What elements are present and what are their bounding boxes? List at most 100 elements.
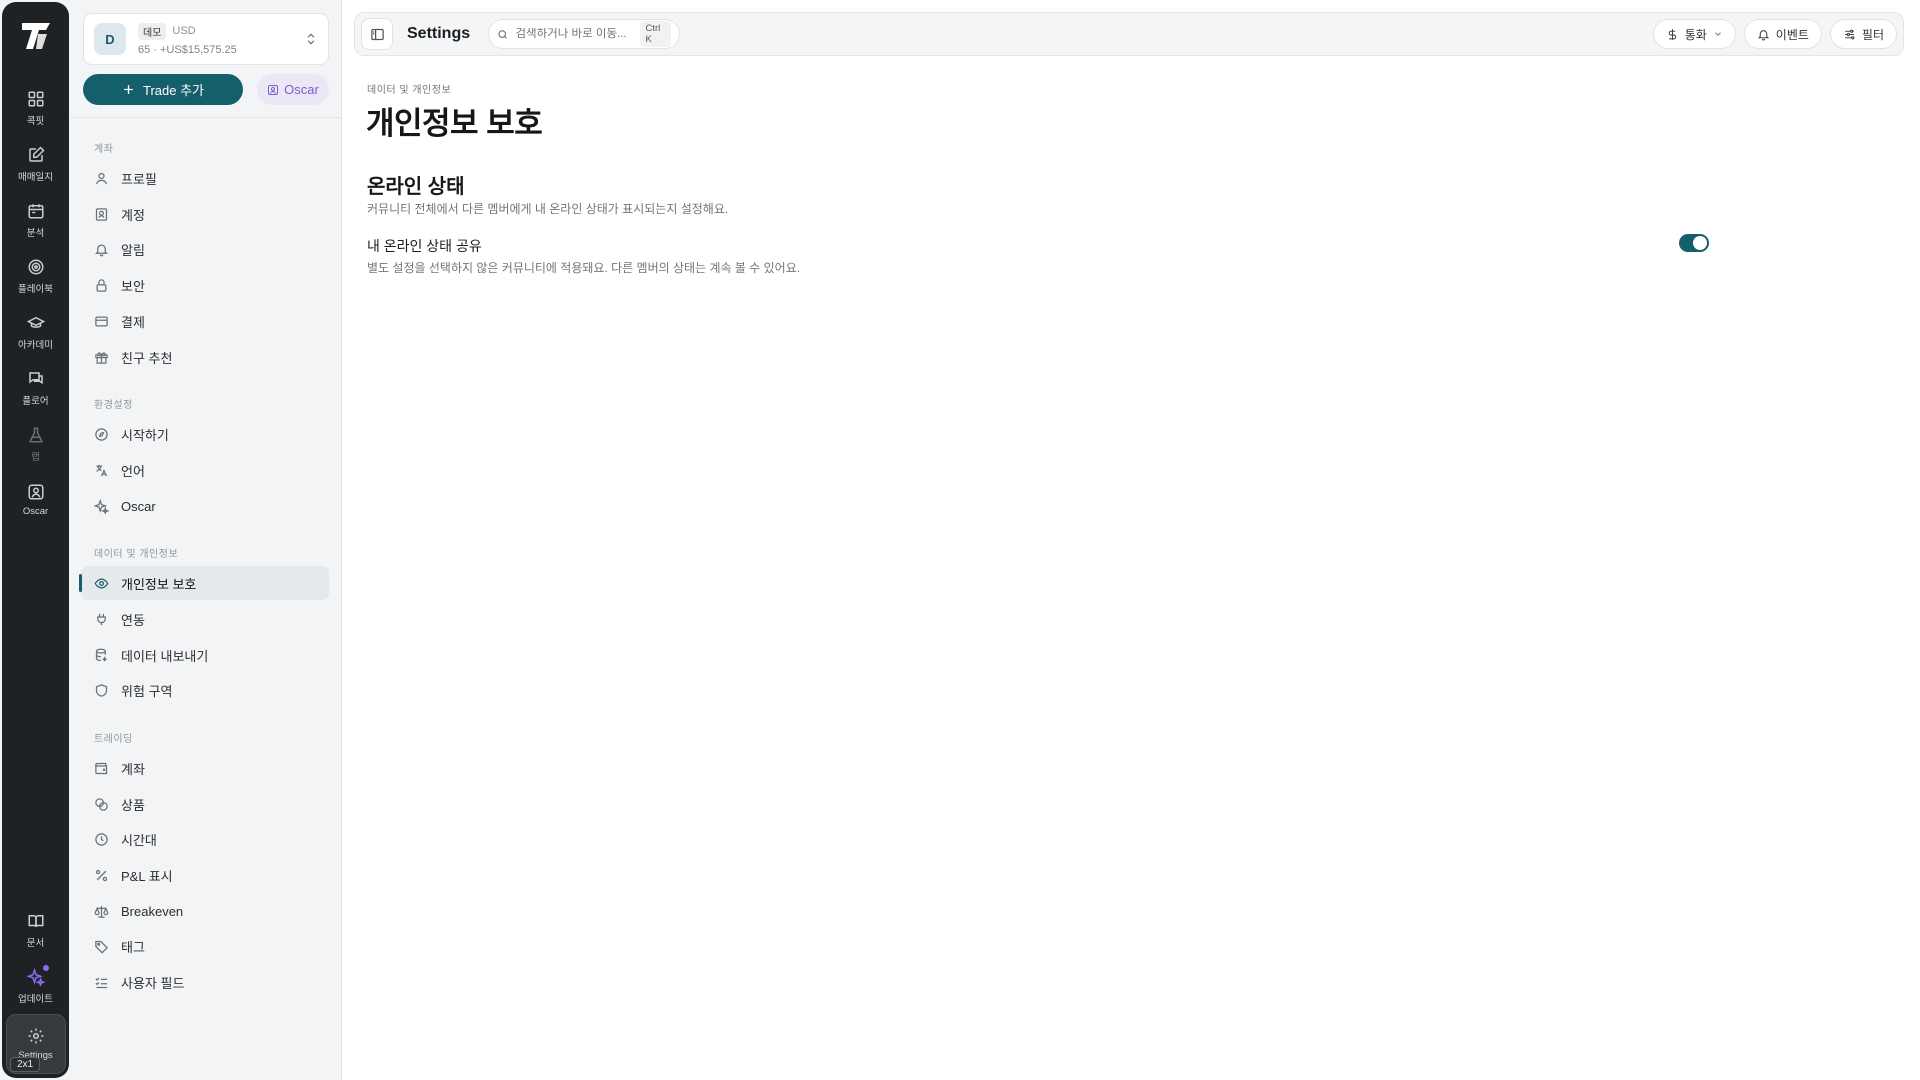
setting-description: 별도 설정을 선택하지 않은 커뮤니티에 적용돼요. 다른 멤버의 상태는 계속… [367, 261, 801, 275]
share-online-status-toggle[interactable] [1679, 234, 1709, 252]
section-preferences: 환경설정 [94, 400, 133, 411]
rail-label: 콕핏 [26, 115, 45, 127]
sidebar-item-pnl-display[interactable]: P&L 표시 [81, 858, 329, 892]
chevron-up-down-icon [307, 33, 315, 45]
sidebar-item-label: 위험 구역 [121, 683, 173, 699]
sidebar-item-label: 시간대 [121, 832, 157, 848]
divider [70, 117, 342, 118]
journal-icon [28, 145, 45, 162]
clock-icon [95, 832, 108, 846]
book-icon [28, 914, 43, 927]
oscar-button[interactable]: Oscar [257, 74, 329, 105]
rail-item-update[interactable]: 업데이트 [6, 958, 66, 1014]
sidebar-item-tags[interactable]: 태그 [81, 929, 329, 963]
search-icon [498, 29, 507, 39]
credit-card-icon [95, 316, 108, 326]
add-trade-label: Trade 추가 [142, 83, 204, 98]
rail-label: 아카데미 [18, 339, 53, 351]
sidebar-item-breakeven[interactable]: Breakeven [81, 894, 329, 928]
search-box[interactable]: Ctrl K [488, 19, 681, 49]
sidebar-item-label: 상품 [121, 797, 145, 813]
section-title: 온라인 상태 [367, 176, 465, 198]
sidebar-item-custom-fields[interactable]: 사용자 필드 [81, 965, 329, 999]
sidebar-item-label: 보안 [121, 278, 145, 294]
add-trade-button[interactable]: Trade 추가 [83, 74, 243, 105]
user-icon [95, 172, 108, 184]
rail-item-lab[interactable]: 랩 [6, 416, 66, 472]
filter-label: 필터 [1861, 27, 1884, 42]
coins-icon [95, 797, 108, 811]
search-input[interactable] [515, 28, 634, 40]
dollar-icon [1668, 28, 1676, 40]
sidebar-item-label: 프로필 [121, 171, 157, 187]
tag-icon [95, 940, 109, 954]
oscar-icon [28, 484, 43, 500]
sidebar-item-label: 태그 [121, 939, 145, 955]
sidebar-item-label: 데이터 내보내기 [121, 648, 209, 664]
rail-item-academy[interactable]: 아카데미 [6, 304, 66, 360]
sidebar-item-notifications[interactable]: 알림 [81, 232, 329, 266]
sidebar-item-security[interactable]: 보안 [81, 268, 329, 302]
events-button[interactable]: 이벤트 [1743, 19, 1822, 49]
sidebar-item-oscar[interactable]: Oscar [81, 489, 329, 523]
rail-item-floor[interactable]: 플로어 [6, 360, 66, 416]
rail-item-cockpit[interactable]: 콕핏 [6, 80, 66, 136]
section-data-privacy: 데이터 및 개인정보 [94, 549, 179, 560]
oscar-icon [268, 84, 279, 95]
sidebar-item-label: Breakeven [121, 903, 184, 919]
section-description: 커뮤니티 전체에서 다른 멤버에게 내 온라인 상태가 표시되는지 설정해요. [367, 202, 729, 216]
rail-item-oscar[interactable]: Oscar [6, 472, 66, 528]
rail-item-playbook[interactable]: 플레이북 [6, 248, 66, 304]
shield-icon [95, 683, 108, 697]
sidebar-item-referral[interactable]: 친구 추천 [81, 340, 329, 374]
filter-button[interactable]: 필터 [1829, 19, 1897, 49]
rail-item-analysis[interactable]: 분석 [6, 192, 66, 248]
rail-label: 업데이트 [18, 993, 53, 1005]
rail-label: 플로어 [22, 395, 49, 407]
setting-label: 내 온라인 상태 공유 [367, 238, 482, 254]
rail-label: Oscar [22, 506, 49, 517]
gift-icon [95, 351, 108, 364]
currency-button[interactable]: 통화 [1652, 19, 1736, 49]
sidebar-item-export[interactable]: 데이터 내보내기 [81, 638, 329, 672]
gear-icon [28, 1028, 43, 1044]
rail-label: 매매일지 [18, 171, 53, 183]
rail-item-docs[interactable]: 문서 [6, 902, 66, 958]
toggle-sidebar-button[interactable] [361, 18, 393, 50]
graduation-icon [26, 316, 45, 328]
sidebar-item-danger-zone[interactable]: 위험 구역 [81, 673, 329, 707]
shortcut-hint: Ctrl K [640, 21, 672, 47]
sidebar-item-label: P&L 표시 [121, 868, 173, 884]
app-logo-icon[interactable] [18, 18, 54, 54]
sidebar-item-instruments[interactable]: 상품 [81, 787, 329, 821]
sidebar-item-privacy[interactable]: 개인정보 보호 [79, 566, 329, 600]
sidebar-item-language[interactable]: 언어 [81, 453, 329, 487]
bell-icon [94, 244, 109, 256]
sidebar-item-getting-started[interactable]: 시작하기 [81, 417, 329, 451]
sidebar-item-accounts[interactable]: 계좌 [81, 751, 329, 785]
sidebar-item-timezone[interactable]: 시간대 [81, 822, 329, 856]
plug-icon [97, 613, 106, 625]
rail-label: 문서 [26, 937, 45, 949]
section-account: 계좌 [94, 144, 114, 155]
account-switcher[interactable]: D 데모 USD 65 · +US$15,575.25 [83, 13, 329, 65]
sidebar-item-label: 계좌 [121, 761, 145, 777]
sparkle-icon [26, 967, 45, 986]
main-content: Settings Ctrl K 통화 이벤트 필터 데이터 및 개인정보 개인정… [342, 0, 1920, 1080]
top-bar: Settings Ctrl K 통화 이벤트 필터 [354, 12, 1904, 56]
sidebar-item-profile[interactable]: 프로필 [81, 161, 329, 195]
calendar-icon [28, 203, 43, 218]
update-dot-icon [42, 965, 49, 971]
sidebar-item-integrations[interactable]: 연동 [81, 602, 329, 636]
compass-icon [95, 427, 108, 441]
wallet-icon [95, 762, 108, 774]
page-header-title: Settings [407, 25, 471, 42]
rail-item-journal[interactable]: 매매일지 [6, 136, 66, 192]
translate-icon [96, 464, 108, 476]
sidebar-item-label: 사용자 필드 [121, 975, 185, 991]
sidebar-item-label: Oscar [121, 498, 156, 514]
sparkle-icon [94, 498, 109, 514]
sidebar-item-billing[interactable]: 결제 [81, 304, 329, 338]
scale-icon [94, 905, 109, 918]
sidebar-item-account[interactable]: 계정 [81, 197, 329, 231]
